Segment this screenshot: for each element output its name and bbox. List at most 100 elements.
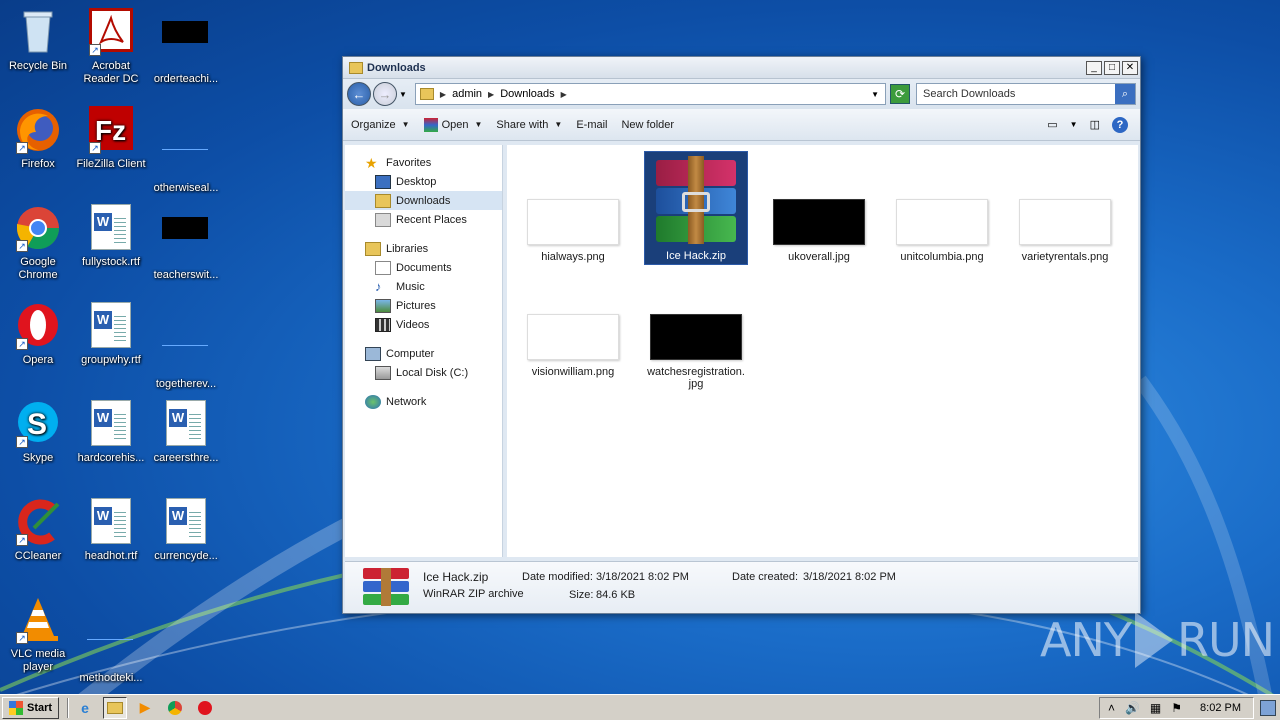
desktop-icon-rtf-file[interactable]: careersthre... (148, 400, 224, 465)
open-button[interactable]: Open ▼ (423, 117, 482, 132)
file-icon (162, 326, 210, 374)
desktop-icon-file[interactable]: otherwiseal... (148, 106, 224, 195)
nav-computer[interactable]: Computer (345, 344, 502, 363)
share-with-button[interactable]: Share with ▼ (496, 119, 562, 131)
nav-favorites[interactable]: ★ Favorites (345, 153, 502, 172)
new-folder-button[interactable]: New folder (621, 119, 674, 131)
desktop-icon-file[interactable]: methodteki... (73, 596, 149, 685)
desktop-icon-rtf-file[interactable]: headhot.rtf (73, 498, 149, 563)
internet-explorer-icon[interactable]: e (73, 697, 97, 719)
play-logo-icon (1134, 612, 1173, 668)
nav-music[interactable]: ♪ Music (345, 277, 502, 296)
desktop-icon-vlc[interactable]: ↗ VLC media player (0, 596, 76, 674)
navigation-pane[interactable]: ★ Favorites Desktop Downloads Recent Plac… (345, 145, 503, 557)
desktop-icon-ccleaner[interactable]: ↗ CCleaner (0, 498, 76, 563)
desktop-icon-label: Firefox (21, 158, 55, 170)
explorer-taskbar-icon[interactable] (103, 696, 128, 719)
nav-recent-places[interactable]: Recent Places (345, 210, 502, 229)
nav-videos[interactable]: Videos (345, 315, 502, 334)
image-thumbnail-icon (650, 314, 742, 360)
help-icon[interactable]: ? (1112, 116, 1128, 133)
desktop-icon-chrome[interactable]: ↗ Google Chrome (0, 204, 76, 282)
preview-pane-icon[interactable]: ◫ (1090, 118, 1100, 131)
libraries-icon (365, 241, 381, 256)
documents-icon (375, 260, 391, 275)
chrome-taskbar-icon[interactable] (163, 697, 187, 719)
address-bar[interactable]: ▶ admin ▶ Downloads ▶ ▼ (414, 83, 886, 105)
breadcrumb-separator-icon[interactable]: ▶ (561, 90, 567, 99)
desktop-icon-rtf-file[interactable]: fullystock.rtf (73, 204, 149, 269)
chevron-down-icon: ▼ (401, 120, 410, 129)
nav-libraries[interactable]: Libraries (345, 239, 502, 258)
desktop-icon-rtf-file[interactable]: hardcorehis... (73, 400, 149, 465)
address-dropdown-icon[interactable]: ▼ (871, 90, 879, 99)
desktop-icon-recycle-bin[interactable]: Recycle Bin (0, 8, 76, 73)
maximize-button[interactable]: □ (1104, 60, 1120, 75)
volume-icon[interactable]: 🔊 (1125, 701, 1140, 715)
svg-text:S: S (27, 408, 47, 441)
chevron-down-icon: ▼ (554, 120, 563, 129)
file-item-selected[interactable]: Ice Hack.zip (644, 151, 748, 265)
email-button[interactable]: E-mail (576, 119, 607, 131)
nav-documents[interactable]: Documents (345, 258, 502, 277)
desktop-icon-skype[interactable]: S ↗ Skype (0, 400, 76, 465)
breadcrumb-downloads[interactable]: Downloads (500, 88, 554, 100)
desktop-icon-firefox[interactable]: ↗ Firefox (0, 106, 76, 171)
view-options-dropdown-icon[interactable]: ▼ (1070, 120, 1078, 129)
nav-desktop[interactable]: Desktop (345, 172, 502, 191)
explorer-window[interactable]: Downloads _ □ ✕ ← → ▼ ▶ admin ▶ Download… (342, 56, 1141, 614)
file-item[interactable]: hialways.png (521, 199, 625, 263)
image-thumbnail-icon (527, 314, 619, 360)
title-bar[interactable]: Downloads _ □ ✕ (343, 57, 1140, 79)
desktop-icon-file[interactable]: togetherev... (148, 302, 224, 391)
media-player-icon[interactable]: ▶ (133, 697, 157, 719)
start-button[interactable]: Start (2, 696, 60, 719)
desktop-icon-file[interactable]: orderteachi... (148, 8, 224, 86)
nav-pictures[interactable]: Pictures (345, 296, 502, 315)
organize-button[interactable]: Organize ▼ (351, 119, 410, 131)
desktop-icon-acrobat[interactable]: ↗ Acrobat Reader DC (73, 8, 149, 86)
desktop-icon (375, 174, 391, 189)
change-view-icon[interactable]: ▭ (1047, 118, 1057, 131)
breadcrumb-separator-icon[interactable]: ▶ (440, 90, 446, 99)
desktop-icon-file[interactable]: teacherswit... (148, 204, 224, 282)
file-item[interactable]: watchesregistration.jpg (644, 314, 748, 390)
back-button[interactable]: ← (347, 82, 371, 106)
file-list[interactable]: hialways.png Ice Hack.zip ukoverall.jpg … (507, 145, 1138, 557)
action-center-flag-icon[interactable]: ⚑ (1171, 701, 1182, 715)
open-label: Open (441, 118, 469, 131)
recent-pages-dropdown-icon[interactable]: ▼ (399, 90, 407, 99)
close-button[interactable]: ✕ (1122, 60, 1138, 75)
shortcut-arrow-icon: ↗ (16, 338, 28, 350)
file-item[interactable]: varietyrentals.png (1013, 199, 1117, 263)
breadcrumb-separator-icon[interactable]: ▶ (488, 90, 494, 99)
winrar-small-icon (423, 117, 438, 132)
show-hidden-icons-icon[interactable]: ˄ (1108, 701, 1115, 715)
opera-taskbar-icon[interactable] (193, 697, 217, 719)
minimize-button[interactable]: _ (1086, 60, 1102, 75)
refresh-button[interactable]: ⟳ (890, 84, 910, 104)
forward-button[interactable]: → (373, 82, 397, 106)
nav-downloads[interactable]: Downloads (345, 191, 502, 210)
search-input[interactable]: Search Downloads ⌕ (916, 83, 1136, 105)
shortcut-arrow-icon: ↗ (16, 240, 28, 252)
desktop-icon-opera[interactable]: ↗ Opera (0, 302, 76, 367)
desktop-icon-rtf-file[interactable]: currencyde... (148, 498, 224, 563)
nav-label: Pictures (396, 299, 436, 312)
file-item[interactable]: visionwilliam.png (521, 314, 625, 378)
desktop-icon-rtf-file[interactable]: groupwhy.rtf (73, 302, 149, 367)
nav-label: Recent Places (396, 213, 467, 226)
file-item[interactable]: unitcolumbia.png (890, 199, 994, 263)
breadcrumb-admin[interactable]: admin (452, 88, 482, 100)
nav-network[interactable]: Network (345, 392, 502, 411)
network-tray-icon[interactable]: ▦ (1150, 701, 1161, 715)
windows-flag-icon (9, 700, 23, 715)
search-icon[interactable]: ⌕ (1115, 84, 1135, 104)
show-desktop-button[interactable] (1260, 699, 1276, 716)
file-item[interactable]: ukoverall.jpg (767, 199, 871, 263)
desktop-icon-filezilla[interactable]: Fz ↗ FileZilla Client (73, 106, 149, 171)
nav-local-disk[interactable]: Local Disk (C:) (345, 363, 502, 382)
clock[interactable]: 8:02 PM (1200, 702, 1241, 714)
desktop-icon-label: otherwiseal... (153, 182, 219, 194)
image-thumbnail-icon (527, 199, 619, 245)
